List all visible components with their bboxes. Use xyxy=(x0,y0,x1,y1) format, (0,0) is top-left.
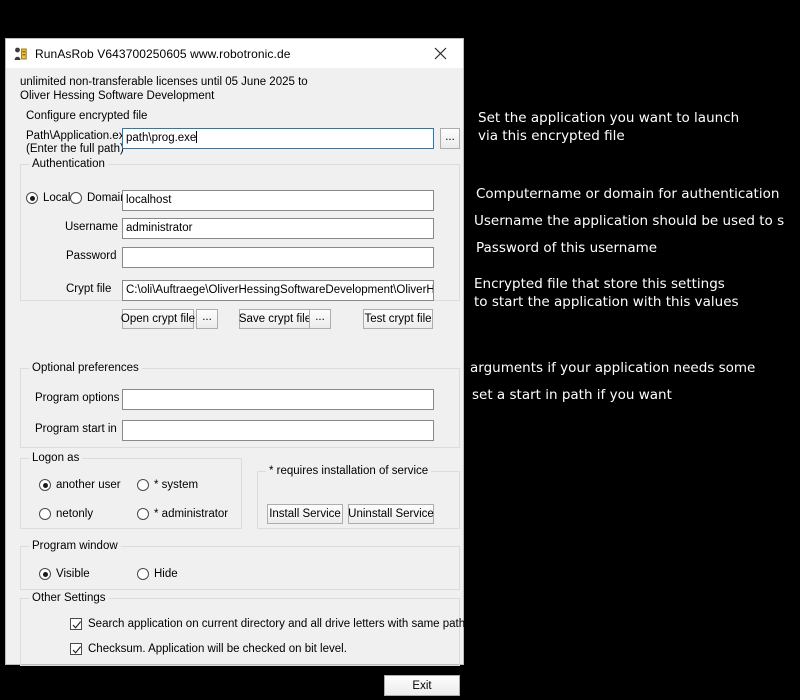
test-crypt-file-button[interactable]: Test crypt file xyxy=(363,309,433,329)
radio-indicator xyxy=(137,479,149,491)
computer-domain-input[interactable]: localhost xyxy=(122,190,434,211)
logon-option-system[interactable]: * system xyxy=(137,479,198,491)
annotation-password: Password of this username xyxy=(476,240,658,256)
exit-button[interactable]: Exit xyxy=(384,675,460,696)
path-input[interactable]: path\prog.exe xyxy=(122,128,434,149)
checkbox-indicator xyxy=(70,618,82,630)
crypt-file-label: Crypt file xyxy=(66,283,112,295)
path-label-line1: Path\Application.exe xyxy=(26,130,131,142)
title-bar: RunAsRob V643700250605 www.robotronic.de xyxy=(6,39,463,68)
authentication-group-label: Authentication xyxy=(29,158,108,170)
save-crypt-browse-button[interactable]: ... xyxy=(309,309,331,329)
annotation-crypt-line1: Encrypted file that store this settings xyxy=(474,276,725,292)
program-window-group-label: Program window xyxy=(29,540,121,552)
open-crypt-browse-button[interactable]: ... xyxy=(196,309,218,329)
annotation-username: Username the application should be used … xyxy=(474,213,785,229)
program-options-label: Program options xyxy=(35,392,120,404)
radio-indicator xyxy=(26,192,38,204)
close-icon[interactable] xyxy=(418,39,463,68)
program-window-visible-label: Visible xyxy=(56,568,90,580)
radio-indicator xyxy=(137,508,149,520)
checksum-checkbox[interactable]: Checksum. Application will be checked on… xyxy=(70,643,347,655)
auth-domain-radio[interactable]: Domain xyxy=(70,192,127,204)
uninstall-service-button[interactable]: Uninstall Service xyxy=(348,504,434,524)
logon-option-label: * system xyxy=(154,479,199,491)
password-input[interactable] xyxy=(122,247,434,268)
logon-option-label: another user xyxy=(56,479,121,491)
other-settings-group-label: Other Settings xyxy=(29,592,109,604)
logon-option-label: * administrator xyxy=(154,508,229,520)
path-input-value: path\prog.exe xyxy=(126,132,197,144)
annotation-start-in-path: set a start in path if you want xyxy=(472,387,672,403)
other-settings-group: Other Settings xyxy=(20,592,460,666)
radio-indicator xyxy=(70,192,82,204)
open-crypt-file-button[interactable]: Open crypt file xyxy=(121,309,195,329)
save-crypt-file-button[interactable]: Save crypt file xyxy=(239,309,311,329)
username-input[interactable]: administrator xyxy=(122,218,434,239)
configure-section-label: Configure encrypted file xyxy=(26,110,148,122)
text-caret xyxy=(196,131,198,143)
runasrob-app-icon xyxy=(13,46,29,62)
client-area: unlimited non-transferable licenses unti… xyxy=(6,68,468,696)
annotation-crypt-line2: to start the application with this value… xyxy=(474,294,739,310)
program-window-hide-label: Hide xyxy=(154,568,178,580)
optional-preferences-group-label: Optional preferences xyxy=(29,362,142,374)
auth-local-label: Local xyxy=(43,192,71,204)
radio-indicator xyxy=(137,568,149,580)
radio-indicator xyxy=(39,479,51,491)
annotation-launch-app-line2: via this encrypted file xyxy=(478,128,625,144)
logon-as-group-label: Logon as xyxy=(29,452,83,464)
install-service-button[interactable]: Install Service xyxy=(267,504,343,524)
search-application-checkbox[interactable]: Search application on current directory … xyxy=(70,618,468,630)
program-start-in-label: Program start in xyxy=(35,423,117,435)
logon-option-administrator[interactable]: * administrator xyxy=(137,508,228,520)
radio-indicator xyxy=(39,508,51,520)
logon-option-another-user[interactable]: another user xyxy=(39,479,121,491)
checkbox-indicator xyxy=(70,643,82,655)
program-window-hide-radio[interactable]: Hide xyxy=(137,568,178,580)
runasrob-window: RunAsRob V643700250605 www.robotronic.de… xyxy=(5,38,468,696)
annotation-computername: Computername or domain for authenticatio… xyxy=(476,186,780,202)
path-label-line2: (Enter the full path) xyxy=(26,143,124,155)
radio-indicator xyxy=(39,568,51,580)
checkbox-label: Checksum. Application will be checked on… xyxy=(88,643,347,655)
window-title: RunAsRob V643700250605 www.robotronic.de xyxy=(35,46,291,61)
service-group-label: * requires installation of service xyxy=(266,465,432,477)
license-line-2: Oliver Hessing Software Development xyxy=(20,90,215,102)
program-options-input[interactable] xyxy=(122,389,434,410)
crypt-file-input[interactable]: C:\oli\Auftraege\OliverHessingSoftwareDe… xyxy=(122,280,434,301)
path-browse-button[interactable]: ... xyxy=(440,128,460,149)
license-line-1: unlimited non-transferable licenses unti… xyxy=(20,76,308,88)
annotation-arguments: arguments if your application needs some xyxy=(470,360,756,376)
logon-option-netonly[interactable]: netonly xyxy=(39,508,93,520)
auth-local-radio[interactable]: Local xyxy=(26,192,71,204)
program-window-visible-radio[interactable]: Visible xyxy=(39,568,90,580)
checkbox-label: Search application on current directory … xyxy=(88,618,469,630)
program-start-in-input[interactable] xyxy=(122,420,434,441)
password-label: Password xyxy=(66,250,117,262)
logon-option-label: netonly xyxy=(56,508,94,520)
annotation-launch-app-line1: Set the application you want to launch xyxy=(478,110,740,126)
auth-domain-label: Domain xyxy=(87,192,127,204)
username-label: Username xyxy=(65,221,119,233)
